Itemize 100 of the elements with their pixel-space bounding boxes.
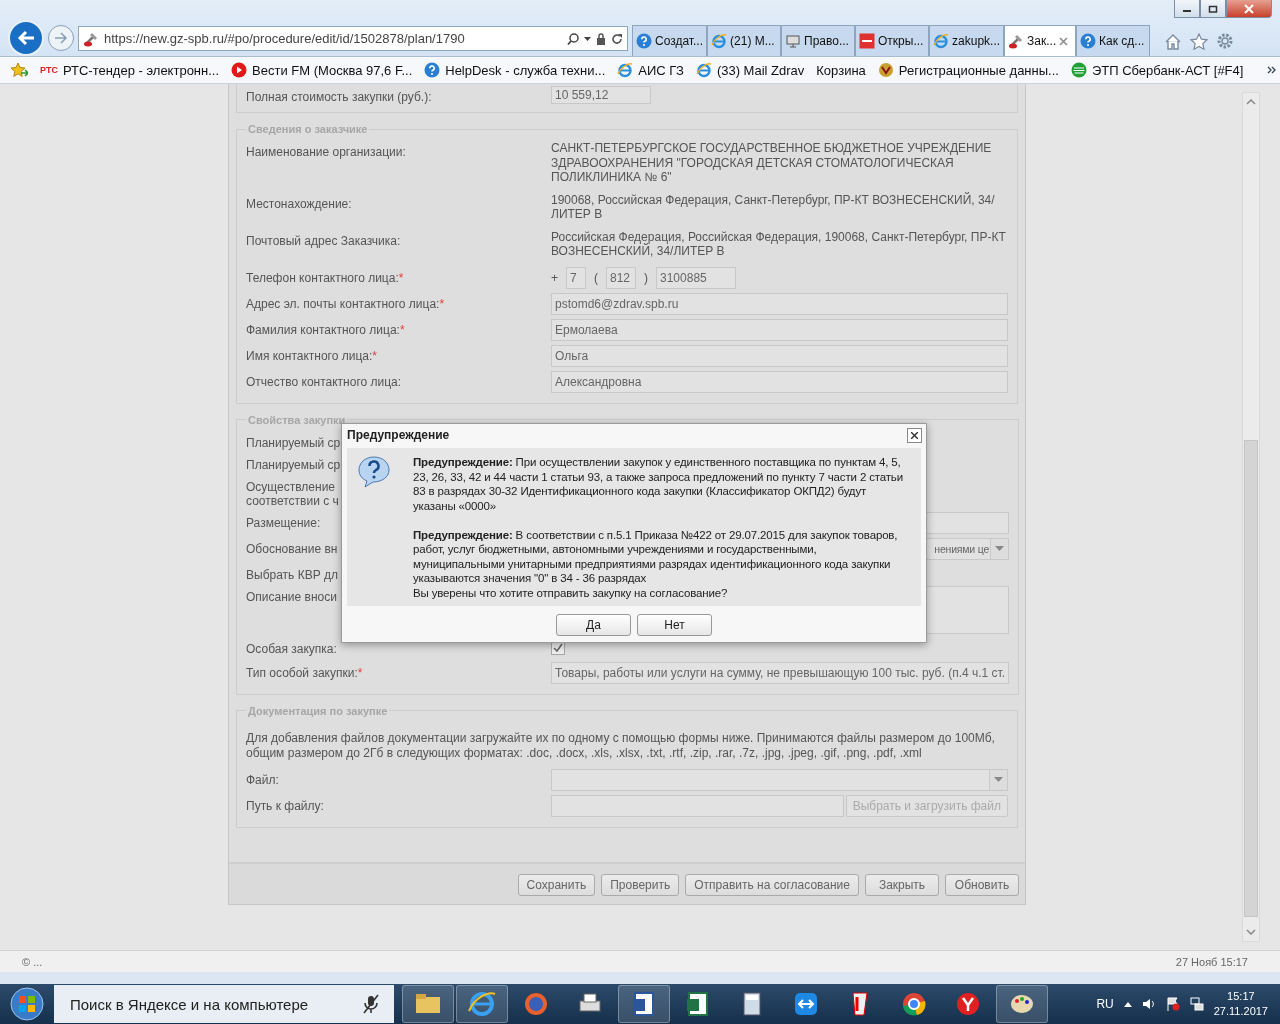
favorite-link[interactable]: Корзина	[816, 62, 866, 78]
favorite-link[interactable]: Вести FM (Москва 97,6 F...	[231, 62, 413, 78]
close-button[interactable]	[907, 427, 922, 443]
help-icon	[1080, 33, 1097, 49]
striped-circle-icon	[1070, 62, 1087, 78]
close-icon	[911, 431, 918, 439]
warning-text: Предупреждение: В соответствии с п.5.1 Приказа №422 от 29.07.2015 для закупок товаров, работ, услуг бюджетными, автономными учреждениями и государственными, муниципальными унитарными предприятиями разрядах идентификационного кода закупки указываются значения "0" в 34 - 36 разрядах	[413, 527, 899, 586]
dialog-title: Предупреждение	[347, 428, 450, 442]
scrollbar[interactable]	[1242, 92, 1260, 942]
field-label: Файл:	[246, 772, 279, 787]
browser-tab[interactable]: Создат...	[632, 25, 708, 56]
flag-icon[interactable]	[1165, 997, 1180, 1011]
form-button[interactable]: Отправить на согласование	[685, 873, 859, 896]
favorite-link[interactable]: РТС РТС-тендер - электронн...	[40, 62, 220, 78]
input-field[interactable]: Александровна	[551, 370, 1008, 393]
star-icon[interactable]	[1190, 32, 1209, 50]
dropdown-field[interactable]	[551, 768, 1008, 791]
question-text: Вы уверены что хотите отправить закупку на согласование?	[413, 585, 729, 600]
back-button[interactable]	[8, 20, 44, 56]
required-mark: *	[357, 665, 363, 680]
site-logo: РТС	[40, 65, 58, 75]
form-button[interactable]: Обновить	[945, 873, 1019, 896]
bracket: )	[644, 270, 648, 285]
field-value: САНКТ-ПЕТЕРБУРГСКОЕ ГОСУДАРСТВЕННОЕ БЮДЖЕТНОЕ УЧРЕЖДЕНИЕ ЗДРАВООХРАНЕНИЯ "ГОРОДСКАЯ ДЕТСКАЯ СТОМАТОЛОГИЧЕСКАЯ ПОЛИКЛИНИКА № 6"	[551, 141, 993, 186]
network-icon[interactable]	[1189, 997, 1204, 1011]
help-icon	[636, 33, 652, 49]
browser-tab[interactable]: Как сд...	[1076, 25, 1151, 56]
chevron-icon[interactable]	[1267, 66, 1278, 74]
required-mark: *	[399, 322, 405, 337]
address-bar[interactable]: https://new.gz-spb.ru/#po/procedure/edit/id/1502878/plan/1790	[78, 26, 628, 51]
caret-icon	[995, 546, 1005, 551]
taskbar-app[interactable]	[618, 985, 670, 1023]
home-icon[interactable]	[1164, 32, 1183, 50]
settings-icon[interactable]	[1216, 32, 1235, 50]
favorite-link[interactable]: HelpDesk - служба техни...	[424, 62, 606, 78]
add-favorite-icon[interactable]	[10, 62, 28, 78]
input-field[interactable]: 812	[606, 266, 636, 289]
field-label: Планируемый ср	[246, 457, 341, 472]
form-button[interactable]: Закрыть	[865, 873, 939, 896]
input-field[interactable]: Ольга	[551, 344, 1008, 367]
question-bubble-icon	[357, 455, 391, 489]
field-value: 190068, Российская Федерация, Санкт-Петербург, ПР-КТ ВОЗНЕСЕНСКИЙ, 34/ЛИТЕР В	[551, 192, 996, 223]
field-label: Тип особой закупки:	[246, 665, 358, 680]
favorite-link[interactable]: АИС ГЗ	[617, 62, 684, 78]
status-time: 27 Нояб 15:17	[1175, 955, 1248, 968]
field-label: Осуществление соответствии с ч	[246, 479, 339, 508]
microphone-off-icon	[362, 994, 380, 1014]
browser-tab[interactable]: (21) M...	[707, 25, 782, 56]
arrow-up-icon[interactable]	[1123, 1001, 1132, 1007]
field-label: Телефон контактного лица:	[246, 270, 399, 285]
arrow-right-icon	[54, 32, 68, 44]
taskbar-app[interactable]	[996, 985, 1048, 1023]
dialog-button[interactable]: Нет	[637, 614, 712, 636]
search-icon[interactable]	[567, 32, 579, 45]
input-field[interactable]: 10 559,12	[551, 86, 651, 104]
input-field[interactable]: pstomd6@zdrav.spb.ru	[551, 292, 1008, 315]
section-title: Сведения о заказчике	[247, 123, 369, 135]
maximize-button[interactable]	[1200, 0, 1226, 18]
form-button[interactable]: Проверить	[601, 873, 680, 896]
monitor-icon	[785, 33, 802, 49]
arrow-down-icon	[1246, 929, 1256, 935]
language-indicator[interactable]: RU	[1096, 997, 1114, 1011]
input-field[interactable]: 7	[566, 266, 586, 289]
clock[interactable]: 15:17 27.11.2017	[1213, 989, 1268, 1019]
help-icon	[424, 62, 441, 78]
minimize-button[interactable]	[1174, 0, 1200, 18]
required-mark: *	[439, 296, 445, 311]
field-label: Путь к файлу:	[246, 798, 324, 813]
play-icon	[231, 62, 248, 78]
plus-sign: +	[551, 270, 558, 285]
speaker-icon[interactable]	[1141, 998, 1156, 1010]
favorite-link[interactable]: Регистрационные данны...	[877, 62, 1059, 78]
field-label: Почтовый адрес Заказчика:	[246, 233, 401, 248]
input-field[interactable]: Товары, работы или услуги на сумму, не превышающую 100 тыс. руб. (п.4 ч.1 ст.	[551, 661, 1010, 684]
close-icon[interactable]	[1059, 36, 1069, 46]
required-mark: *	[372, 348, 377, 363]
input-field[interactable]: Ермолаева	[551, 318, 1008, 341]
field-value: Российская Федерация, Российская Федерация, 190068, Санкт-Петербург, ПР-КТ ВОЗНЕСЕНСКИЙ, 34/ЛИТЕР В	[551, 229, 1007, 260]
field-label: Обоснование вн	[246, 541, 338, 556]
search-field[interactable]: Поиск в Яндексе и на компьютере	[54, 985, 394, 1023]
bracket: (	[594, 270, 598, 285]
field-label: Местонахождение:	[246, 196, 352, 211]
dialog-button[interactable]: Да	[556, 614, 631, 636]
browser-tab[interactable]: zakupk...	[929, 25, 1005, 56]
favorite-link[interactable]: (33) Mail Zdrav	[695, 62, 805, 78]
close-icon	[1244, 3, 1254, 14]
browser-tab[interactable]: Зак...	[1004, 25, 1077, 56]
check-icon	[553, 643, 563, 652]
field-label: Отчество контактного лица:	[246, 374, 402, 389]
caret-icon	[994, 777, 1003, 782]
input-field[interactable]	[551, 794, 844, 817]
browser-tab[interactable]: Право...	[781, 25, 856, 56]
form-button[interactable]: Сохранить	[517, 873, 596, 896]
refresh-icon[interactable]	[611, 32, 623, 45]
browser-tab[interactable]: Откры...	[855, 25, 930, 56]
field-label: Адрес эл. почты контактного лица:	[246, 296, 440, 311]
input-field[interactable]: 3100885	[656, 266, 736, 289]
favorite-link[interactable]: ЭТП Сбербанк-АСТ [#F4]	[1070, 62, 1244, 78]
caret-icon[interactable]	[584, 36, 591, 41]
field-label: Планируемый ср	[246, 435, 341, 450]
